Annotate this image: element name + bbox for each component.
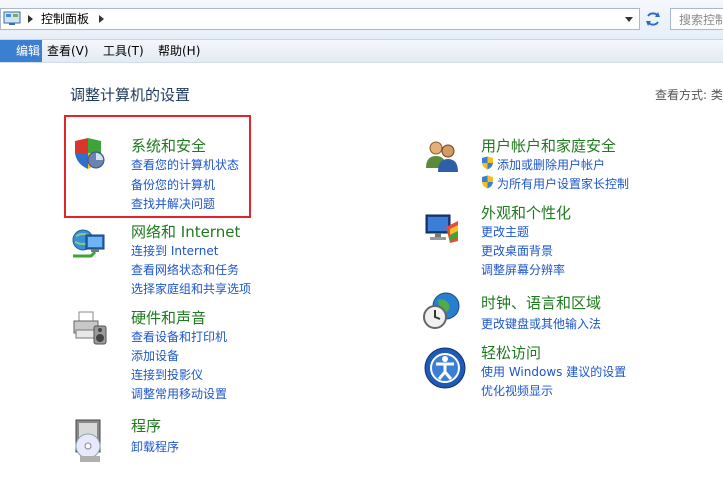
category-hardware-sound[interactable]: 硬件和声音 [131, 307, 206, 328]
category-user-accounts[interactable]: 用户帐户和家庭安全 [481, 135, 616, 156]
breadcrumb-control-panel[interactable]: 控制面板 [41, 11, 89, 27]
view-by-selector[interactable]: 查看方式: 类 [655, 86, 723, 103]
menu-bar: 编辑(E) 查看(V) 工具(T) 帮助(H) [0, 40, 723, 80]
breadcrumb-arrow-icon[interactable] [99, 15, 104, 23]
refresh-icon[interactable] [642, 8, 664, 30]
breadcrumb-arrow-icon[interactable] [28, 15, 33, 23]
network-icon [72, 229, 105, 258]
link-devices-printers[interactable]: 查看设备和打印机 [131, 328, 227, 345]
link-backup-computer[interactable]: 备份您的计算机 [131, 176, 215, 193]
ease-of-access-icon [424, 347, 466, 389]
programs-icon [75, 419, 101, 462]
link-add-remove-accounts[interactable]: 添加或删除用户帐户 [497, 156, 605, 173]
menu-edit[interactable]: 编辑(E) [0, 40, 42, 80]
search-input[interactable]: 搜索控制 [670, 8, 723, 30]
menu-tools[interactable]: 工具(T) [103, 40, 144, 62]
appearance-icon [425, 214, 458, 243]
uac-shield-icon [482, 156, 493, 170]
control-panel-icon [3, 11, 21, 25]
link-parental-controls[interactable]: 为所有用户设置家长控制 [497, 175, 629, 192]
printer-icon [73, 311, 107, 345]
link-change-background[interactable]: 更改桌面背景 [481, 242, 553, 259]
link-optimize-display[interactable]: 优化视频显示 [481, 382, 553, 399]
category-ease-of-access[interactable]: 轻松访问 [481, 342, 541, 363]
address-box[interactable]: 控制面板 [0, 8, 640, 30]
link-change-theme[interactable]: 更改主题 [481, 223, 529, 240]
link-mobility-settings[interactable]: 调整常用移动设置 [131, 385, 227, 402]
link-network-status[interactable]: 查看网络状态和任务 [131, 261, 239, 278]
uac-shield-icon [482, 175, 493, 189]
clock-globe-icon [423, 292, 460, 329]
link-connect-projector[interactable]: 连接到投影仪 [131, 366, 203, 383]
link-connect-internet[interactable]: 连接到 Internet [131, 242, 218, 259]
category-clock-language-region[interactable]: 时钟、语言和区域 [481, 292, 601, 313]
link-view-computer-status[interactable]: 查看您的计算机状态 [131, 156, 239, 173]
link-uninstall-program[interactable]: 卸载程序 [131, 438, 179, 455]
shield-icon [75, 138, 105, 169]
link-troubleshoot[interactable]: 查找并解决问题 [131, 195, 215, 212]
category-network-internet[interactable]: 网络和 Internet [131, 221, 240, 242]
page-title: 调整计算机的设置 [70, 86, 191, 104]
menu-view[interactable]: 查看(V) [47, 40, 89, 62]
category-appearance[interactable]: 外观和个性化 [481, 202, 571, 223]
link-windows-recommended[interactable]: 使用 Windows 建议的设置 [481, 363, 626, 380]
link-homegroup-sharing[interactable]: 选择家庭组和共享选项 [131, 280, 251, 297]
address-dropdown-icon[interactable] [625, 17, 633, 22]
address-bar-area: 控制面板 搜索控制 [0, 0, 723, 40]
link-add-device[interactable]: 添加设备 [131, 347, 179, 364]
users-icon [426, 141, 458, 172]
menu-help[interactable]: 帮助(H) [158, 40, 200, 62]
category-system-security[interactable]: 系统和安全 [131, 135, 206, 156]
category-programs[interactable]: 程序 [131, 415, 161, 436]
link-keyboard-input[interactable]: 更改键盘或其他输入法 [481, 315, 601, 332]
link-screen-resolution[interactable]: 调整屏幕分辨率 [481, 261, 565, 278]
